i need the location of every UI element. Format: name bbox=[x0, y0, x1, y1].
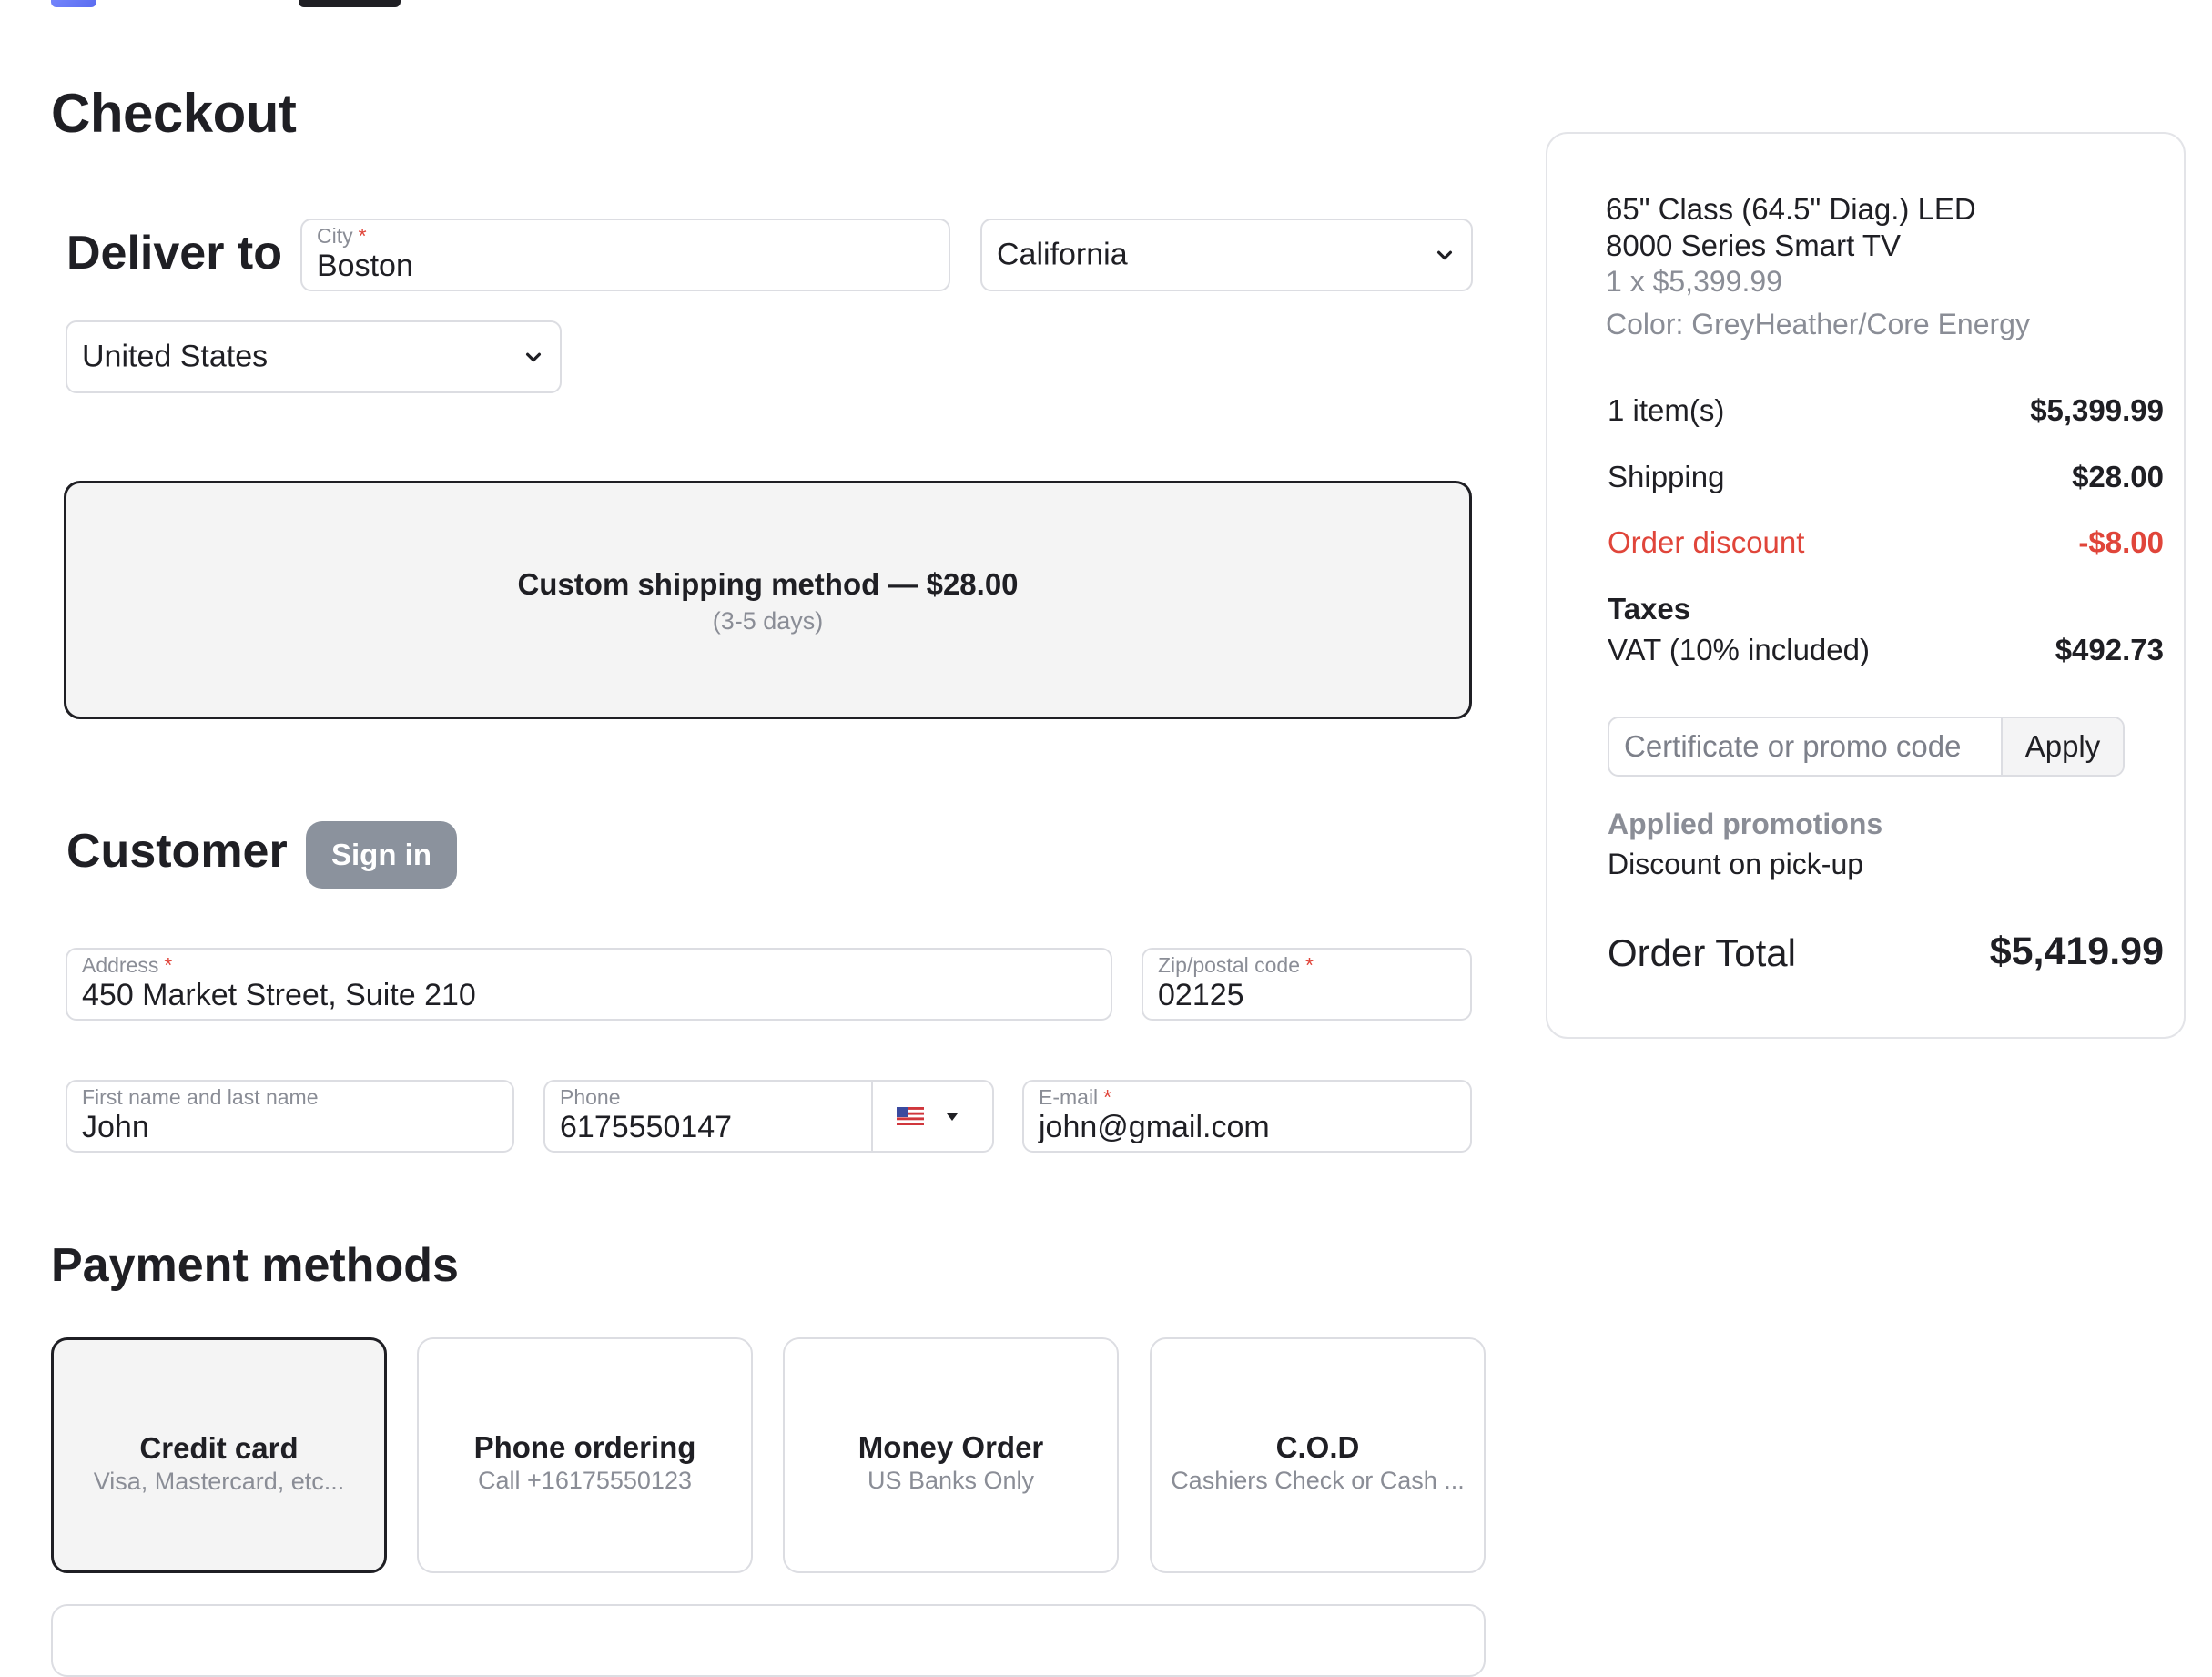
payment-method-subtitle: Cashiers Check or Cash ... bbox=[1171, 1467, 1465, 1494]
shipping-method-eta: (3-5 days) bbox=[712, 607, 824, 635]
zip-field[interactable]: Zip/postal code * 02125 bbox=[1142, 948, 1472, 1021]
taxes-label: Taxes bbox=[1608, 592, 1691, 625]
payment-method-phone-ordering[interactable]: Phone ordering Call +16175550123 bbox=[417, 1337, 753, 1573]
country-select[interactable]: United States bbox=[66, 320, 562, 393]
payment-method-subtitle: US Banks Only bbox=[867, 1467, 1035, 1494]
payment-method-title: Credit card bbox=[139, 1431, 299, 1465]
city-label: City * bbox=[317, 224, 367, 248]
phone-country-select[interactable] bbox=[871, 1082, 992, 1151]
product-name-line2[interactable]: 8000 Series Smart TV bbox=[1606, 229, 1901, 263]
order-discount-value: -$8.00 bbox=[2078, 525, 2164, 559]
payment-method-money-order[interactable]: Money Order US Banks Only bbox=[783, 1337, 1119, 1573]
payment-method-title: C.O.D bbox=[1275, 1430, 1360, 1464]
payment-method-subtitle: Call +16175550123 bbox=[478, 1467, 692, 1494]
customer-title: Customer bbox=[66, 825, 288, 878]
zip-value: 02125 bbox=[1158, 978, 1244, 1012]
name-value: John bbox=[82, 1110, 149, 1144]
phone-label: Phone bbox=[560, 1085, 621, 1109]
name-field[interactable]: First name and last name John bbox=[66, 1080, 514, 1153]
state-select[interactable]: California bbox=[980, 219, 1473, 291]
email-label: E-mail * bbox=[1039, 1085, 1112, 1109]
caret-down-icon bbox=[947, 1113, 958, 1121]
brand-name[interactable]: CS-Cart bbox=[111, 0, 274, 10]
product-color: Color: GreyHeather/Core Energy bbox=[1606, 308, 2030, 340]
shipping-method-title: Custom shipping method — $28.00 bbox=[517, 567, 1019, 601]
apply-promo-button[interactable]: Apply bbox=[2001, 718, 2123, 775]
name-label: First name and last name bbox=[82, 1085, 319, 1109]
applied-promotions-title: Applied promotions bbox=[1608, 808, 1883, 840]
page-title: Checkout bbox=[51, 83, 297, 144]
promo-code-group: Certificate or promo code Apply bbox=[1608, 717, 2125, 777]
state-value: California bbox=[997, 237, 1128, 272]
order-total-label: Order Total bbox=[1608, 931, 1796, 974]
zip-label: Zip/postal code * bbox=[1158, 953, 1314, 977]
address-field[interactable]: Address * 450 Market Street, Suite 210 bbox=[66, 948, 1112, 1021]
items-count-label: 1 item(s) bbox=[1608, 393, 1725, 427]
product-qty-price: 1 x $5,399.99 bbox=[1606, 265, 1782, 298]
payment-method-title: Phone ordering bbox=[473, 1430, 696, 1464]
items-subtotal-value: $5,399.99 bbox=[2030, 393, 2164, 427]
payment-method-credit-card[interactable]: Credit card Visa, Mastercard, etc... bbox=[51, 1337, 387, 1573]
applied-promotion-item: Discount on pick-up bbox=[1608, 848, 1864, 880]
order-total-value: $5,419.99 bbox=[1989, 930, 2164, 973]
address-label: Address * bbox=[82, 953, 173, 977]
vat-value: $492.73 bbox=[2055, 633, 2164, 666]
shipping-method-option[interactable]: Custom shipping method — $28.00 (3-5 day… bbox=[64, 481, 1472, 719]
deliver-to-title: Deliver to bbox=[66, 227, 282, 280]
shipping-label: Shipping bbox=[1608, 460, 1725, 493]
vat-label: VAT (10% included) bbox=[1608, 633, 1870, 666]
chevron-down-icon bbox=[1436, 250, 1453, 260]
order-summary: 65" Class (64.5" Diag.) LED 8000 Series … bbox=[1546, 132, 2186, 1039]
country-value: United States bbox=[82, 339, 269, 374]
address-value: 450 Market Street, Suite 210 bbox=[82, 978, 476, 1012]
order-discount-label: Order discount bbox=[1608, 525, 1805, 559]
promo-code-input[interactable]: Certificate or promo code bbox=[1624, 729, 1962, 764]
phone-field[interactable]: Phone 6175550147 bbox=[543, 1080, 994, 1153]
city-field[interactable]: City * Boston bbox=[300, 219, 950, 291]
brand-logo-icon[interactable] bbox=[51, 0, 96, 7]
product-name-line1[interactable]: 65" Class (64.5" Diag.) LED bbox=[1606, 192, 1976, 227]
email-value: john@gmail.com bbox=[1039, 1110, 1270, 1144]
payment-details-panel bbox=[51, 1604, 1486, 1677]
brand-badge bbox=[299, 0, 401, 7]
chevron-down-icon bbox=[525, 352, 542, 362]
payment-method-subtitle: Visa, Mastercard, etc... bbox=[93, 1468, 345, 1495]
us-flag-icon bbox=[897, 1107, 924, 1125]
payment-method-title: Money Order bbox=[857, 1430, 1044, 1464]
city-value: Boston bbox=[317, 249, 413, 283]
sign-in-button[interactable]: Sign in bbox=[306, 821, 457, 889]
phone-value: 6175550147 bbox=[560, 1110, 733, 1144]
shipping-value: $28.00 bbox=[2072, 460, 2164, 493]
payment-methods-title: Payment methods bbox=[51, 1239, 459, 1292]
email-field[interactable]: E-mail * john@gmail.com bbox=[1022, 1080, 1472, 1153]
payment-method-cod[interactable]: C.O.D Cashiers Check or Cash ... bbox=[1150, 1337, 1486, 1573]
